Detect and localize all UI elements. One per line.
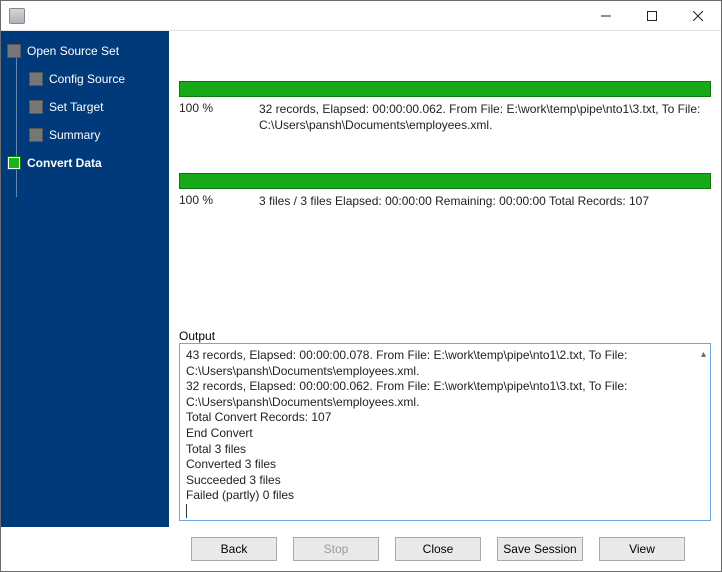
view-button[interactable]: View xyxy=(599,537,685,561)
back-button[interactable]: Back xyxy=(191,537,277,561)
step-box-icon xyxy=(29,100,43,114)
output-line: Failed (partly) 0 files xyxy=(186,488,704,504)
total-progress-text: 3 files / 3 files Elapsed: 00:00:00 Rema… xyxy=(259,193,711,209)
main-panel: 100 % 32 records, Elapsed: 00:00:00.062.… xyxy=(169,31,721,527)
output-cursor-line xyxy=(186,504,187,518)
output-line: Succeeded 3 files xyxy=(186,473,704,489)
total-progress-bar xyxy=(179,173,711,189)
nav-label: Convert Data xyxy=(27,156,102,170)
button-bar: Back Stop Close Save Session View xyxy=(1,527,721,571)
file-progress-section: 100 % 32 records, Elapsed: 00:00:00.062.… xyxy=(179,31,711,133)
output-line: Total Convert Records: 107 xyxy=(186,410,704,426)
nav-summary[interactable]: Summary xyxy=(7,121,169,149)
titlebar xyxy=(1,1,721,31)
stop-button: Stop xyxy=(293,537,379,561)
nav-open-source-set[interactable]: Open Source Set xyxy=(7,37,169,65)
nav-label: Summary xyxy=(49,128,100,142)
step-box-icon xyxy=(29,128,43,142)
app-window: Open Source Set Config Source Set Target… xyxy=(0,0,722,572)
nav-label: Open Source Set xyxy=(27,44,119,58)
wizard-sidebar: Open Source Set Config Source Set Target… xyxy=(1,31,169,527)
nav-label: Config Source xyxy=(49,72,125,86)
app-icon xyxy=(9,8,25,24)
output-line: End Convert xyxy=(186,426,704,442)
output-line: Total 3 files xyxy=(186,442,704,458)
save-session-button[interactable]: Save Session xyxy=(497,537,583,561)
nav-config-source[interactable]: Config Source xyxy=(7,65,169,93)
total-progress-percent: 100 % xyxy=(179,193,259,209)
output-line: 43 records, Elapsed: 00:00:00.078. From … xyxy=(186,348,704,379)
nav-set-target[interactable]: Set Target xyxy=(7,93,169,121)
maximize-button[interactable] xyxy=(629,1,675,30)
scroll-up-icon[interactable]: ▴ xyxy=(701,348,706,361)
step-box-active-icon xyxy=(7,156,21,170)
minimize-button[interactable] xyxy=(583,1,629,30)
window-controls xyxy=(583,1,721,30)
output-line: 32 records, Elapsed: 00:00:00.062. From … xyxy=(186,379,704,410)
file-progress-percent: 100 % xyxy=(179,101,259,133)
output-line: Converted 3 files xyxy=(186,457,704,473)
total-progress-section: 100 % 3 files / 3 files Elapsed: 00:00:0… xyxy=(179,173,711,209)
file-progress-text: 32 records, Elapsed: 00:00:00.062. From … xyxy=(259,101,711,133)
step-box-icon xyxy=(29,72,43,86)
output-label: Output xyxy=(179,329,711,343)
nav-convert-data[interactable]: Convert Data xyxy=(7,149,169,177)
file-progress-bar xyxy=(179,81,711,97)
output-textbox[interactable]: ▴ 43 records, Elapsed: 00:00:00.078. Fro… xyxy=(179,343,711,521)
close-button[interactable]: Close xyxy=(395,537,481,561)
nav-label: Set Target xyxy=(49,100,103,114)
step-box-icon xyxy=(7,44,21,58)
window-close-button[interactable] xyxy=(675,1,721,30)
